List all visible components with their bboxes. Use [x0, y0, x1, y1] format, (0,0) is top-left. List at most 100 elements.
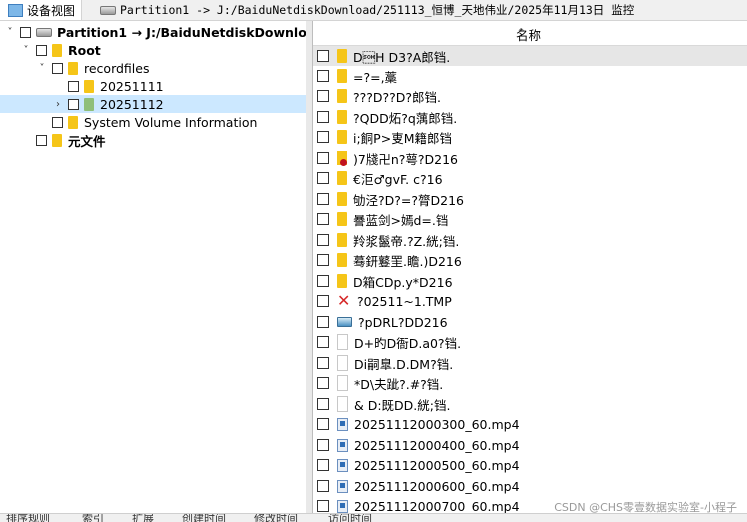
tree-item-label: Root — [68, 42, 101, 58]
file-row[interactable]: ✕ ?02511~1.TMP — [313, 291, 747, 311]
checkbox[interactable] — [317, 316, 329, 328]
expand-chevron-icon[interactable]: › — [52, 99, 64, 110]
checkbox[interactable] — [317, 50, 329, 62]
tree-item-root[interactable]: ˅ Root — [20, 41, 101, 59]
file-name: D箱CDp.y*D216 — [353, 274, 453, 290]
checkbox[interactable] — [36, 134, 47, 146]
video-file-icon — [337, 438, 348, 452]
file-row[interactable]: ???D??D?郎铛. — [313, 86, 747, 106]
folder-icon — [337, 110, 347, 124]
file-name: *D\夫跐?.#?铛. — [354, 376, 444, 392]
folder-icon — [337, 274, 347, 288]
file-row[interactable]: 20251112000300_60.mp4 — [313, 414, 747, 434]
device-view-tab[interactable]: 设备视图 — [0, 0, 83, 20]
tree-item-system-volume[interactable]: System Volume Information — [36, 113, 257, 131]
file-row[interactable]: i;餇P>叓M籍郎铛 — [313, 127, 747, 147]
checkbox[interactable] — [317, 254, 329, 266]
tree-item-20251112[interactable]: › 20251112 — [0, 95, 306, 113]
checkbox[interactable] — [317, 357, 329, 369]
top-tab-bar: 设备视图 Partition1 -> J:/BaiduNetdiskDownlo… — [0, 0, 747, 21]
file-row[interactable]: =?=,藁 — [313, 66, 747, 86]
checkbox[interactable] — [317, 500, 329, 512]
file-name: 謈蓝剑>嫣d=.铛 — [353, 212, 449, 228]
checkbox[interactable] — [317, 480, 329, 492]
column-header-label: 名称 — [516, 28, 542, 43]
path-tab[interactable]: Partition1 -> J:/BaiduNetdiskDownload/25… — [100, 0, 634, 20]
file-row[interactable]: 20251112000400_60.mp4 — [313, 435, 747, 455]
file-name: )7牋卍n?萼?D216 — [353, 151, 459, 167]
checkbox[interactable] — [317, 172, 329, 184]
checkbox[interactable] — [317, 377, 329, 389]
file-row[interactable]: €洰♂gvF. c?16 — [313, 168, 747, 188]
file-row[interactable]: 20251112000500_60.mp4 — [313, 455, 747, 475]
checkbox[interactable] — [317, 439, 329, 451]
tree-item-meta[interactable]: 元文件 — [20, 131, 106, 149]
file-icon — [337, 396, 348, 412]
tree-item-partition[interactable]: ˅ Partition1 → J:/BaiduNetdiskDownload/2 — [4, 23, 307, 41]
file-row[interactable]: 20251112000600_60.mp4 — [313, 476, 747, 496]
checkbox[interactable] — [20, 26, 31, 38]
file-name: ?pDRL?DD216 — [358, 314, 448, 330]
checkbox[interactable] — [317, 295, 329, 307]
checkbox[interactable] — [52, 116, 63, 128]
folder-icon — [52, 133, 62, 147]
folder-icon — [337, 49, 347, 63]
file-row[interactable]: ?pDRL?DD216 — [313, 312, 747, 332]
file-row[interactable]: Di嗣臯.D.DM?铛. — [313, 353, 747, 373]
expand-chevron-icon[interactable]: ˅ — [20, 45, 32, 56]
folder-tree-pane: ˅ Partition1 → J:/BaiduNetdiskDownload/2… — [0, 21, 308, 513]
checkbox[interactable] — [68, 80, 79, 92]
file-row[interactable]: )7牋卍n?萼?D216 — [313, 148, 747, 168]
file-row[interactable]: 劬泾?D?=?膂D216 — [313, 189, 747, 209]
tree-item-label: System Volume Information — [84, 114, 258, 130]
folder-icon — [337, 171, 347, 185]
checkbox[interactable] — [317, 213, 329, 225]
file-row[interactable]: *D\夫跐?.#?铛. — [313, 373, 747, 393]
file-name: =?=,藁 — [353, 69, 398, 85]
column-header-name[interactable]: ⌃ 名称 — [313, 21, 747, 46]
checkbox[interactable] — [36, 44, 47, 56]
file-row[interactable]: 謈蓝剑>嫣d=.铛 — [313, 209, 747, 229]
checkbox[interactable] — [317, 418, 329, 430]
tree-item-recordfiles[interactable]: ˅ recordfiles — [36, 59, 150, 77]
video-file-icon — [337, 458, 348, 472]
checkbox[interactable] — [317, 459, 329, 471]
folder-icon — [337, 130, 347, 144]
checkbox[interactable] — [317, 193, 329, 205]
checkbox[interactable] — [317, 90, 329, 102]
folder-icon — [337, 69, 347, 83]
checkbox[interactable] — [317, 336, 329, 348]
tree-item-label: Partition1 → J:/BaiduNetdiskDownload/2 — [57, 24, 307, 40]
expand-chevron-icon[interactable]: ˅ — [36, 63, 48, 74]
video-file-icon — [337, 499, 348, 513]
checkbox[interactable] — [317, 111, 329, 123]
file-row[interactable]: D+旳D衙D.a0?铛. — [313, 332, 747, 352]
file-name: 20251112000500_60.mp4 — [354, 457, 520, 473]
tree-item-20251111[interactable]: 20251111 — [52, 77, 164, 95]
checkbox[interactable] — [317, 131, 329, 143]
file-row[interactable]: DH D3?A郎铛. — [313, 46, 747, 66]
folder-icon — [84, 97, 94, 111]
file-name: 羚浆鬣帝.?Z.絖;铛. — [353, 233, 460, 249]
file-name: 20251112000700_60.mp4 — [354, 498, 520, 514]
checkbox[interactable] — [317, 152, 329, 164]
file-row[interactable]: 蓦鈃鼟罜.瞻.)D216 — [313, 250, 747, 270]
expand-chevron-icon[interactable]: ˅ — [4, 27, 16, 38]
checkbox[interactable] — [317, 398, 329, 410]
folder-icon — [68, 115, 78, 129]
disk-icon — [36, 27, 52, 37]
folder-icon — [337, 233, 347, 247]
checkbox[interactable] — [52, 62, 63, 74]
folder-icon — [68, 61, 78, 75]
file-name: 劬泾?D?=?膂D216 — [353, 192, 464, 208]
file-row[interactable]: 羚浆鬣帝.?Z.絖;铛. — [313, 230, 747, 250]
checkbox[interactable] — [68, 98, 79, 110]
file-row[interactable]: D箱CDp.y*D216 — [313, 271, 747, 291]
file-row[interactable]: & D:既DD.絖;铛. — [313, 394, 747, 414]
checkbox[interactable] — [317, 275, 329, 287]
file-icon — [337, 334, 348, 350]
file-row[interactable]: ?QDD炻?q蕅郎铛. — [313, 107, 747, 127]
checkbox[interactable] — [317, 70, 329, 82]
checkbox[interactable] — [317, 234, 329, 246]
file-name: 蓦鈃鼟罜.瞻.)D216 — [353, 253, 462, 269]
